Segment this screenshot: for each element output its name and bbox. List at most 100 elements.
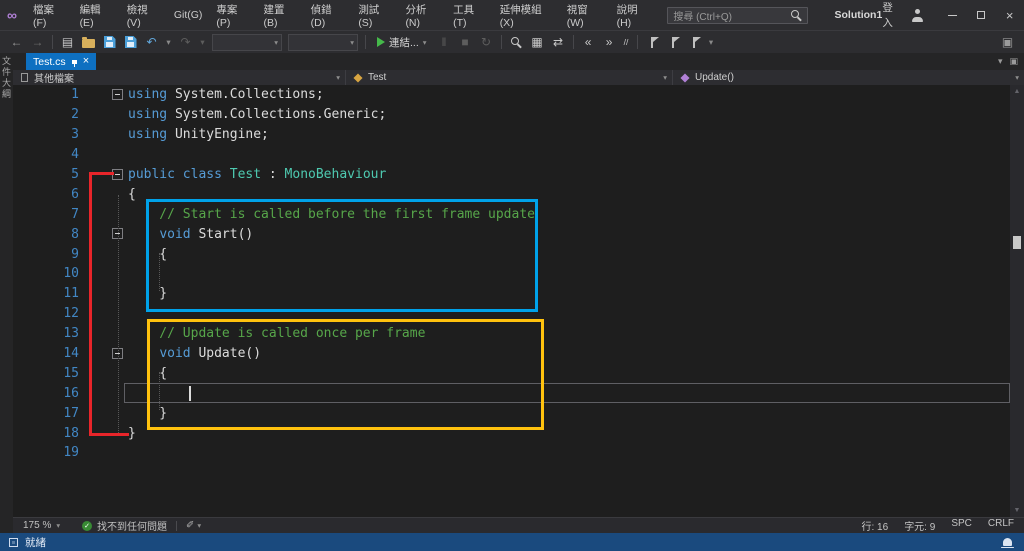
menu-item[interactable]: Git(G) (167, 0, 210, 30)
sign-in-button[interactable]: 登入 (882, 0, 902, 30)
code-editor[interactable]: 1 using System.Collections; 2 using System.… (13, 85, 1024, 517)
sync-with-active-document-icon[interactable]: ⇄ (549, 33, 568, 51)
scroll-up-icon[interactable]: ▲ (1014, 88, 1021, 95)
undo-icon[interactable]: ↶ (142, 33, 161, 51)
scroll-down-icon[interactable]: ▼ (1014, 507, 1021, 514)
close-button[interactable]: × (995, 0, 1024, 30)
platform-combo[interactable]: ▾ (288, 33, 358, 51)
caret-line[interactable]: 行: 16 (862, 518, 889, 533)
minimize-button[interactable] (938, 0, 967, 30)
tab-bar-icons: ▾ ▣ (998, 53, 1024, 70)
menu-item[interactable]: 延伸模組(X) (493, 0, 560, 30)
open-file-icon[interactable] (79, 33, 98, 51)
nav-back-icon[interactable]: ← (7, 33, 26, 51)
side-panel-strip: 文件大綱 (0, 53, 13, 533)
toolbar-overflow-icon[interactable]: ▾ (706, 33, 717, 51)
type-dropdown[interactable]: Test ▾ (346, 70, 673, 85)
document-outline-tab[interactable]: 文件大綱 (0, 56, 13, 533)
code-line[interactable]: 14 void Update() (13, 344, 1024, 364)
indent-increase-icon[interactable]: » (600, 33, 619, 51)
caret-column[interactable]: 字元: 9 (904, 518, 935, 533)
pin-icon[interactable] (71, 59, 77, 67)
menu-item[interactable]: 偵錯(D) (304, 0, 352, 30)
code-line[interactable]: 19 (13, 443, 1024, 463)
menu-item[interactable]: 建置(B) (257, 0, 304, 30)
menu-item[interactable]: 分析(N) (398, 0, 446, 30)
attach-button[interactable]: 連結... ▾ (371, 33, 433, 51)
fold-margin (83, 125, 128, 145)
line-ending[interactable]: CRLF (988, 518, 1014, 533)
restart-icon[interactable]: ↻ (477, 33, 496, 51)
code-line[interactable]: 7 // Start is called before the first fr… (13, 204, 1024, 224)
menu-item[interactable]: 說明(H) (610, 0, 658, 30)
undo-dropdown-icon[interactable]: ▾ (163, 33, 174, 51)
code-line[interactable]: 9 { (13, 244, 1024, 264)
fold-margin (83, 344, 128, 364)
comment-icon[interactable]: // (621, 33, 632, 51)
menu-item[interactable]: 測試(S) (351, 0, 398, 30)
background-tasks-icon[interactable] (9, 537, 18, 547)
new-file-icon[interactable]: ▤ (58, 33, 77, 51)
member-dropdown[interactable]: Update() ▾ (673, 70, 1024, 85)
save-icon[interactable] (100, 33, 119, 51)
code-line[interactable]: 3 using UnityEngine; (13, 125, 1024, 145)
fold-margin (83, 383, 128, 403)
collapse-icon[interactable] (112, 347, 123, 359)
maximize-button[interactable] (967, 0, 996, 30)
fold-margin (83, 204, 128, 224)
status-bar: 就緒 (0, 533, 1024, 551)
menu-item[interactable]: 檔案(F) (26, 0, 73, 30)
configuration-combo[interactable]: ▾ (212, 33, 282, 51)
nav-forward-icon[interactable]: → (28, 33, 47, 51)
menu-item[interactable]: 視窗(W) (560, 0, 610, 30)
show-all-files-icon[interactable]: ▦ (528, 33, 547, 51)
project-dropdown[interactable]: 其他檔案 ▾ (13, 70, 346, 85)
code-line[interactable]: 11 } (13, 284, 1024, 304)
next-bookmark-icon[interactable] (685, 33, 704, 51)
find-icon[interactable] (507, 33, 526, 51)
tab-testcs[interactable]: Test.cs × (26, 53, 97, 70)
account-person-icon[interactable] (910, 8, 924, 22)
indent-decrease-icon[interactable]: « (579, 33, 598, 51)
bookmark-icon[interactable] (643, 33, 662, 51)
menu-item[interactable]: 編輯(E) (73, 0, 120, 30)
code-line[interactable]: 17 } (13, 403, 1024, 423)
menu-item[interactable]: 工具(T) (446, 0, 493, 30)
collapse-icon[interactable] (112, 89, 123, 100)
code-line[interactable]: 1 using System.Collections; (13, 85, 1024, 105)
stop-icon[interactable]: ■ (456, 33, 475, 51)
code-line[interactable]: 18} (13, 423, 1024, 443)
active-files-dropdown-icon[interactable]: ▾ (998, 56, 1003, 67)
code-line[interactable]: 13 // Update is called once per frame (13, 324, 1024, 344)
redo-icon[interactable]: ↷ (176, 33, 195, 51)
collapse-icon[interactable] (112, 168, 123, 180)
code-line[interactable]: 8 void Start() (13, 224, 1024, 244)
code-line[interactable]: 15 { (13, 363, 1024, 383)
pause-icon[interactable]: ‖ (435, 33, 454, 51)
code-line[interactable]: 5 public class Test : MonoBehaviour (13, 165, 1024, 185)
health-indicator[interactable]: ✓ 找不到任何問題 (82, 518, 167, 533)
code-line[interactable]: 2 using System.Collections.Generic; (13, 105, 1024, 125)
vertical-scrollbar[interactable]: ▲ ▼ (1010, 85, 1024, 517)
quick-search-box[interactable]: 搜尋 (Ctrl+Q) (667, 6, 809, 24)
code-line[interactable]: 4 (13, 145, 1024, 165)
code-line[interactable]: 6{ (13, 184, 1024, 204)
window-options-icon[interactable]: ▣ (1009, 56, 1018, 67)
feedback-icon[interactable]: ▣ (998, 33, 1017, 51)
menu-item[interactable]: 檢視(V) (120, 0, 167, 30)
code-line[interactable]: 10 (13, 264, 1024, 284)
tab-close-icon[interactable]: × (83, 56, 89, 67)
open-file-icon (82, 36, 95, 48)
save-all-icon[interactable] (121, 33, 140, 51)
zoom-select[interactable]: 175 % ▾ (23, 520, 73, 531)
code-line[interactable]: 16 (13, 383, 1024, 403)
collapse-icon[interactable] (112, 228, 123, 240)
save-all-icon (124, 36, 137, 48)
code-cleanup-button[interactable]: ✐ ▾ (186, 520, 201, 531)
notifications-bell-icon[interactable] (1001, 538, 1014, 548)
redo-dropdown-icon[interactable]: ▾ (197, 33, 208, 51)
indent-mode[interactable]: SPC (951, 518, 972, 533)
menu-item[interactable]: 專案(P) (209, 0, 256, 30)
code-line[interactable]: 12 (13, 304, 1024, 324)
previous-bookmark-icon[interactable] (664, 33, 683, 51)
